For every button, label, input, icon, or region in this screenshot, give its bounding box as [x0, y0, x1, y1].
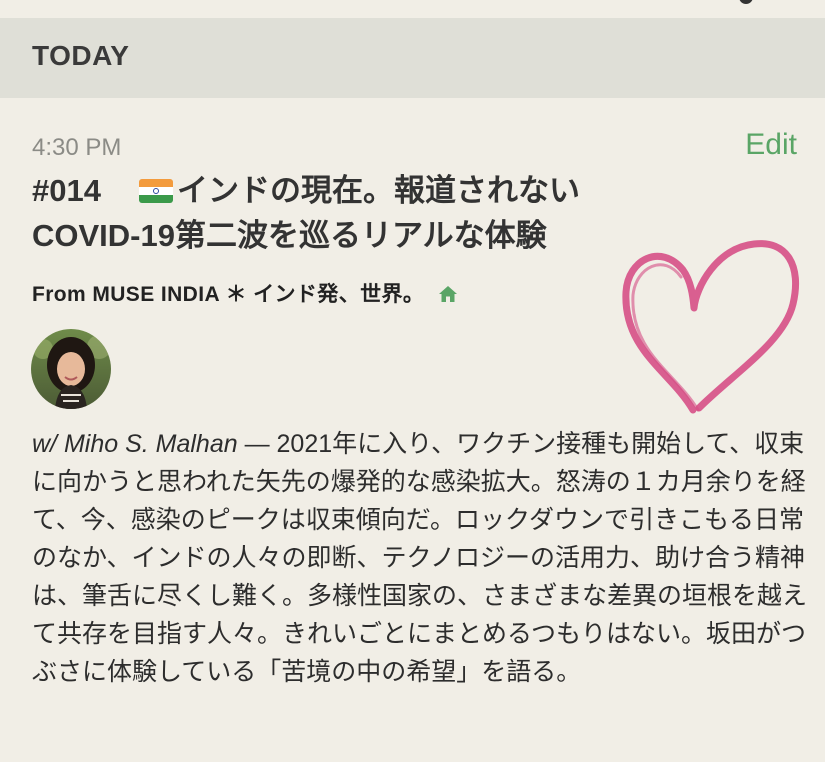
episode-title-line2: COVID-19第二波を巡るリアルな体験 — [32, 218, 547, 253]
edit-button[interactable]: Edit — [745, 128, 797, 162]
episode-description: w/ Miho S. Malhan — 2021年に入り、ワクチン接種も開始して… — [32, 425, 807, 691]
section-title: TODAY — [32, 40, 130, 71]
guest-name: w/ Miho S. Malhan — [32, 430, 238, 458]
india-flag-icon — [138, 179, 173, 203]
episode-number: #014 — [32, 173, 101, 208]
episode-title-line1: インドの現在。報道されない — [176, 173, 580, 208]
podcast-source-link[interactable]: From MUSE INDIA ＊ インド発、世界。 — [32, 278, 458, 308]
podcast-source-text: From MUSE INDIA ＊ インド発、世界。 — [32, 283, 425, 306]
avatar[interactable] — [31, 329, 111, 409]
heart-doodle — [622, 240, 800, 414]
episode-time: 4:30 PM — [32, 134, 122, 161]
status-indicator — [739, 0, 753, 4]
top-strip — [0, 0, 825, 18]
home-icon — [438, 285, 458, 303]
episode-title[interactable]: #014 インドの現在。報道されない COVID-19第二波を巡るリアルな体験 — [32, 168, 692, 258]
description-text: — 2021年に入り、ワクチン接種も開始して、収束に向かうと思われた矢先の爆発的… — [32, 430, 808, 686]
